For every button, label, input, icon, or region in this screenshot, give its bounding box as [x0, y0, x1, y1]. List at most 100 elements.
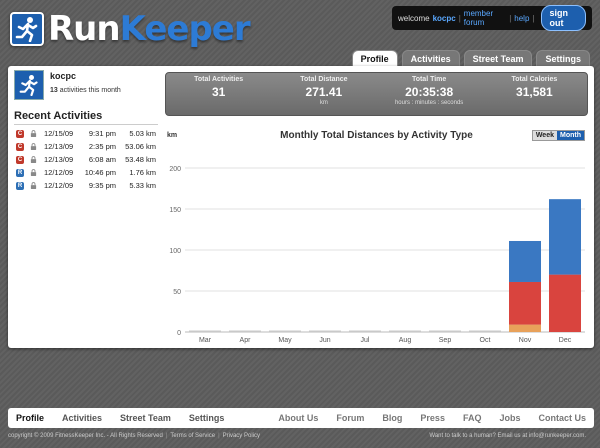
divider: | — [458, 13, 461, 23]
stat-total-time: Total Time 20:35:38 hours : minutes : se… — [377, 73, 482, 115]
y-tick-label: 100 — [169, 248, 181, 255]
y-tick-label: 50 — [173, 289, 181, 296]
bar-baseline — [269, 330, 301, 332]
bar-segment — [509, 281, 541, 325]
activity-row[interactable]: C 12/13/09 2:35 pm 53.06 km — [14, 140, 158, 153]
x-tick-label: May — [278, 337, 292, 344]
footer-link-settings[interactable]: Settings — [189, 413, 225, 423]
activity-time: 2:35 pm — [88, 142, 116, 151]
activity-type-badge: C — [16, 129, 24, 138]
divider: | — [509, 13, 512, 23]
privacy-link[interactable]: Privacy Policy — [223, 433, 260, 439]
bar-segment — [549, 274, 581, 332]
activity-time: 9:31 pm — [88, 129, 116, 138]
main-tabs: Profile Activities Street Team Settings — [351, 50, 590, 66]
activity-date: 12/13/09 — [44, 155, 74, 164]
activity-type-badge: C — [16, 155, 24, 164]
bar-segment — [549, 199, 581, 275]
profile-name[interactable]: kocpc — [50, 71, 121, 81]
bar-baseline — [229, 330, 261, 332]
x-tick-label: Nov — [519, 337, 532, 344]
brand-name: RunKeeper — [48, 9, 251, 49]
stat-unit: km — [319, 100, 328, 106]
footer-link-faq[interactable]: FAQ — [463, 413, 482, 423]
copyright: copyright © 2009 FitnessKeeper Inc. - Al… — [8, 433, 260, 439]
terms-link[interactable]: Terms of Service — [170, 433, 215, 439]
stat-label: Total Distance — [300, 76, 348, 83]
avatar[interactable] — [14, 70, 44, 100]
activity-row[interactable]: C 12/13/09 6:08 am 53.48 km — [14, 153, 158, 166]
lock-icon — [30, 182, 37, 189]
x-tick-label: Mar — [199, 337, 212, 344]
sign-out-button[interactable]: sign out — [541, 5, 586, 31]
divider: | — [532, 13, 535, 23]
footer-link-activities[interactable]: Activities — [62, 413, 102, 423]
stat-value: 271.41 — [305, 85, 343, 99]
tab-profile[interactable]: Profile — [351, 50, 398, 66]
footer-link-contact-us[interactable]: Contact Us — [538, 413, 586, 423]
footer-nav: Profile Activities Street Team Settings … — [8, 408, 594, 428]
footer-link-press[interactable]: Press — [420, 413, 445, 423]
footer-link-forum[interactable]: Forum — [336, 413, 364, 423]
brand-keeper: Keeper — [119, 9, 251, 49]
stat-total-activities: Total Activities 31 — [166, 73, 271, 115]
x-tick-label: Jul — [361, 337, 370, 344]
activity-count-number: 13 — [50, 87, 58, 94]
lock-icon — [30, 156, 37, 163]
x-tick-label: Sep — [439, 337, 452, 344]
activity-row[interactable]: R 12/12/09 9:35 pm 5.33 km — [14, 179, 158, 192]
footer-nav-right: About Us Forum Blog Press FAQ Jobs Conta… — [278, 413, 586, 423]
main-panel: kocpc 13 activities this month Recent Ac… — [8, 66, 594, 348]
bar-baseline — [469, 330, 501, 332]
stat-total-calories: Total Calories 31,581 — [482, 73, 587, 115]
activity-type-badge: R — [16, 181, 24, 190]
bar-baseline — [389, 330, 421, 332]
activity-row[interactable]: R 12/12/09 10:46 pm 1.76 km — [14, 166, 158, 179]
runner-icon — [10, 12, 44, 46]
tab-activities[interactable]: Activities — [401, 50, 460, 66]
footer-link-street-team[interactable]: Street Team — [120, 413, 171, 423]
activity-date: 12/15/09 — [44, 129, 74, 138]
footer-link-profile[interactable]: Profile — [16, 413, 44, 423]
divider: | — [165, 433, 168, 439]
runner-avatar-icon — [19, 75, 38, 96]
member-forum-link[interactable]: member forum — [464, 9, 506, 27]
x-tick-label: Dec — [559, 337, 572, 344]
stat-label: Total Activities — [194, 76, 244, 83]
footer-link-jobs[interactable]: Jobs — [499, 413, 520, 423]
footer-link-about-us[interactable]: About Us — [278, 413, 318, 423]
stat-value: 20:35:38 — [405, 85, 454, 99]
help-link[interactable]: help — [514, 14, 529, 23]
activity-time: 10:46 pm — [84, 168, 116, 177]
y-tick-label: 200 — [169, 166, 181, 173]
activity-count: 13 activities this month — [50, 87, 121, 94]
contact-text: Want to talk to a human? Email us at inf… — [429, 433, 586, 439]
tab-settings[interactable]: Settings — [536, 50, 590, 66]
x-tick-label: Aug — [399, 337, 412, 344]
activity-distance: 5.03 km — [129, 129, 156, 138]
logo[interactable]: RunKeeper — [10, 9, 251, 49]
stat-label: Total Time — [411, 76, 447, 83]
bar-segment — [509, 240, 541, 282]
activity-time: 9:35 pm — [88, 181, 116, 190]
stat-unit: hours : minutes : seconds — [394, 100, 464, 106]
bar-segment — [509, 324, 541, 332]
lock-icon — [30, 130, 37, 137]
y-tick-label: 150 — [169, 207, 181, 214]
footer-link-blog[interactable]: Blog — [382, 413, 402, 423]
recent-activities-list: C 12/15/09 9:31 pm 5.03 km C 12/13/09 2:35 pm 5… — [14, 127, 158, 192]
activity-time: 6:08 am — [88, 155, 116, 164]
copyright-text: copyright © 2009 FitnessKeeper Inc. - Al… — [8, 433, 163, 439]
chart-canvas: 0 50 100 150 200 Mar Apr May Jun Jul Aug Sep Oct Nov D… — [169, 166, 585, 344]
divider: | — [218, 433, 220, 439]
lock-icon — [30, 143, 37, 150]
tab-street-team[interactable]: Street Team — [463, 50, 533, 66]
lock-icon — [30, 169, 37, 176]
username-link[interactable]: kocpc — [433, 14, 456, 23]
activity-row[interactable]: C 12/15/09 9:31 pm 5.03 km — [14, 127, 158, 140]
activity-date: 12/13/09 — [44, 142, 74, 151]
activity-date: 12/12/09 — [44, 181, 74, 190]
x-tick-label: Oct — [480, 337, 491, 344]
stat-label: Total Calories — [511, 76, 558, 83]
activity-type-badge: R — [16, 168, 24, 177]
